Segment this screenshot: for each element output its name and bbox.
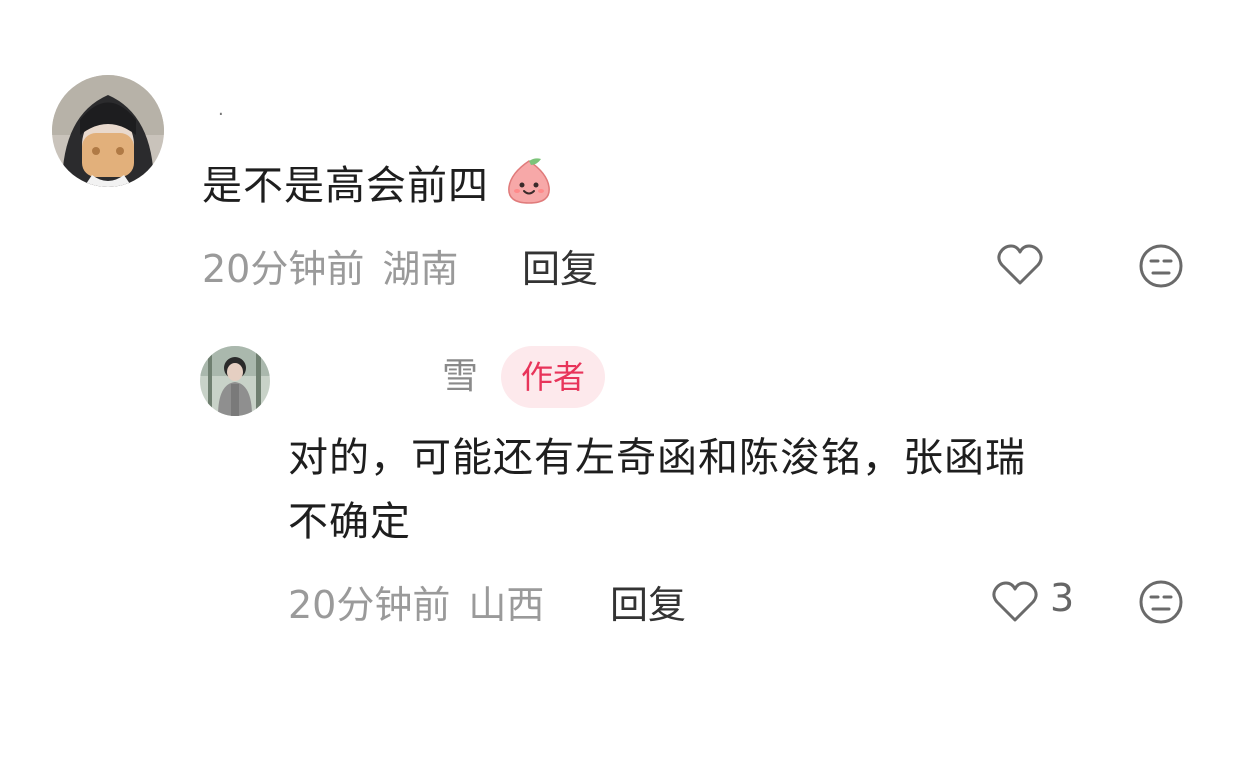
reply-location: 山西 xyxy=(468,583,545,627)
reply-reply-button[interactable]: 回复 xyxy=(610,574,686,629)
reply-meta: 20分钟前 山西 xyxy=(288,574,544,629)
reply-text-line2: 不确定 xyxy=(288,499,411,545)
heart-outline-icon xyxy=(992,581,1038,622)
comment-body: 是不是高会前四 xyxy=(202,163,489,209)
reply-time: 20分钟前 xyxy=(288,583,451,627)
avatar-photo xyxy=(200,346,270,416)
peach-smile-emoji xyxy=(503,155,555,207)
comment-meta: 20分钟前 湖南 xyxy=(202,238,458,293)
commenter-username[interactable]: · xyxy=(218,104,224,125)
avatar-photo xyxy=(52,75,164,187)
heart-outline-icon xyxy=(997,244,1043,285)
author-badge: 作者 xyxy=(501,346,606,408)
like-count: 3 xyxy=(1050,576,1075,620)
dislike-button[interactable] xyxy=(1137,242,1185,290)
comment-location: 湖南 xyxy=(382,247,459,291)
reply-button[interactable]: 回复 xyxy=(522,238,598,293)
reply-text: 对的，可能还有左奇函和陈浚铭，张函瑞 不确定 xyxy=(288,426,1026,554)
author-username[interactable]: 雪 xyxy=(442,352,478,402)
author-avatar[interactable] xyxy=(200,346,270,416)
commenter-avatar[interactable] xyxy=(52,75,164,187)
reply-dislike-button[interactable] xyxy=(1137,578,1185,626)
comment-time: 20分钟前 xyxy=(202,247,365,291)
reply-like-button[interactable] xyxy=(990,577,1040,627)
comment-text: 是不是高会前四 xyxy=(202,154,555,218)
meh-face-icon xyxy=(1139,244,1183,288)
reply-text-line1: 对的，可能还有左奇函和陈浚铭，张函瑞 xyxy=(288,435,1026,481)
meh-face-icon xyxy=(1139,580,1183,624)
like-button[interactable] xyxy=(995,240,1045,290)
